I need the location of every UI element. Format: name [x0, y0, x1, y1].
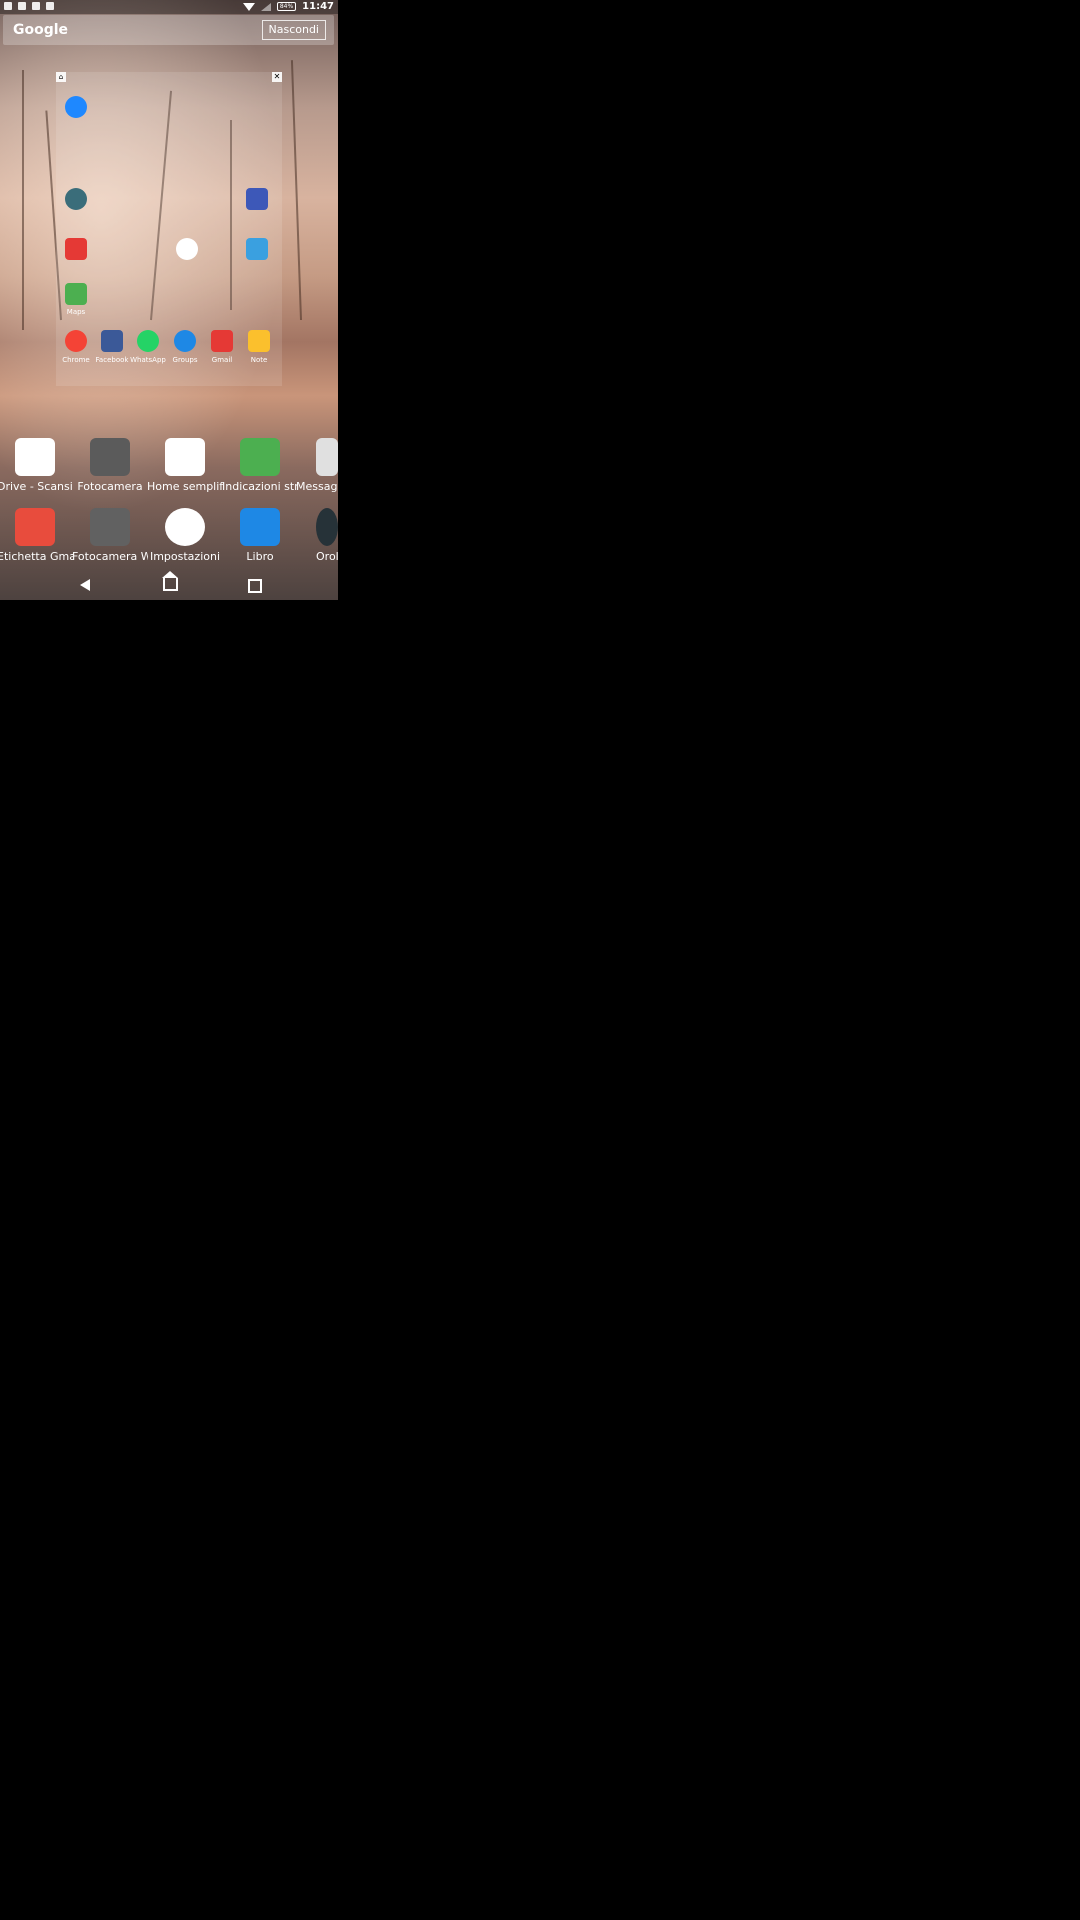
wallpaper-tree — [22, 70, 24, 330]
gmail-label-icon — [15, 508, 55, 546]
wifi-icon — [242, 2, 255, 11]
whatsapp-camera-icon — [90, 508, 130, 546]
app-label: Indicazioni strad — [222, 480, 298, 493]
whatsapp-icon[interactable] — [137, 330, 159, 352]
google-search-bar[interactable]: Google Nascondi — [3, 15, 334, 45]
notification-icon — [18, 2, 26, 10]
app-book[interactable]: Libro — [222, 508, 298, 563]
note-icon[interactable] — [248, 330, 270, 352]
chrome-icon[interactable] — [65, 330, 87, 352]
groups-label: Groups — [172, 356, 198, 364]
calendar-icon[interactable] — [246, 238, 268, 260]
book-icon — [240, 508, 280, 546]
app-label: Fotocamera — [77, 480, 143, 493]
youtube-icon[interactable] — [65, 238, 87, 260]
app-whatsapp-camera[interactable]: Fotocamera Wh — [72, 508, 148, 563]
facebook-icon[interactable] — [101, 330, 123, 352]
app-gmail-label[interactable]: Etichetta Gmail — [0, 508, 73, 563]
settings-icon[interactable] — [176, 238, 198, 260]
gmail-icon[interactable] — [211, 330, 233, 352]
home-screen: 84% 11:47 Google Nascondi ⌂ ✕ Maps Chrom… — [0, 0, 338, 600]
app-clock[interactable]: Orolo — [296, 508, 338, 563]
notification-icons — [4, 2, 54, 10]
whatsapp-label: WhatsApp — [130, 356, 166, 364]
notification-icon — [32, 2, 40, 10]
app-label: Drive - Scansione — [0, 480, 73, 493]
signal-icon — [260, 2, 271, 11]
messenger-icon[interactable] — [65, 96, 87, 118]
app-label: Etichetta Gmail — [0, 550, 73, 563]
home-icon[interactable] — [162, 571, 178, 591]
app-directions[interactable]: Indicazioni strad — [222, 438, 298, 493]
status-clock: 11:47 — [302, 1, 334, 12]
wallpaper-tree — [290, 60, 302, 321]
settings-icon — [165, 508, 205, 546]
back-icon[interactable] — [80, 579, 90, 591]
app-label: Orolo — [316, 550, 338, 563]
clock-icon — [316, 508, 338, 546]
notification-icon — [4, 2, 12, 10]
drive-scan-icon — [15, 438, 55, 476]
home-icon[interactable]: ⌂ — [56, 72, 66, 82]
facebook-label: Facebook — [95, 356, 129, 364]
app-label: Home semplific — [147, 480, 223, 493]
battery-indicator: 84% — [276, 2, 297, 11]
app-label: Messagg — [296, 480, 338, 493]
google-logo: Google — [13, 22, 69, 38]
space-icon[interactable] — [246, 188, 268, 210]
status-icons: 84% 11:47 — [242, 1, 334, 12]
app-settings[interactable]: Impostazioni — [147, 508, 223, 563]
camera-icon — [90, 438, 130, 476]
notification-icon — [46, 2, 54, 10]
gmail-label: Gmail — [211, 356, 233, 364]
app-drive-scan[interactable]: Drive - Scansione — [0, 438, 73, 493]
groups-icon[interactable] — [174, 330, 196, 352]
app-camera[interactable]: Fotocamera — [72, 438, 148, 493]
messages-icon — [316, 438, 338, 476]
app-label: Impostazioni — [149, 550, 221, 563]
chrome-label: Chrome — [62, 356, 90, 364]
maps-icon[interactable] — [65, 283, 87, 305]
maps-label: Maps — [66, 308, 86, 316]
navigation-bar — [0, 570, 338, 600]
app-folder: ⌂ ✕ Maps Chrome Facebook WhatsApp Groups… — [56, 72, 282, 386]
hide-button[interactable]: Nascondi — [261, 20, 326, 40]
directions-icon — [240, 438, 280, 476]
note-label: Note — [250, 356, 268, 364]
status-bar: 84% 11:47 — [0, 0, 338, 14]
app-label: Fotocamera Wh — [72, 550, 148, 563]
app-simple-home[interactable]: Home semplific — [147, 438, 223, 493]
simple-home-icon — [165, 438, 205, 476]
recents-icon[interactable] — [248, 579, 262, 593]
app-messages[interactable]: Messagg — [296, 438, 338, 493]
radar-icon[interactable] — [65, 188, 87, 210]
close-icon[interactable]: ✕ — [272, 72, 282, 82]
app-label: Libro — [246, 550, 274, 563]
